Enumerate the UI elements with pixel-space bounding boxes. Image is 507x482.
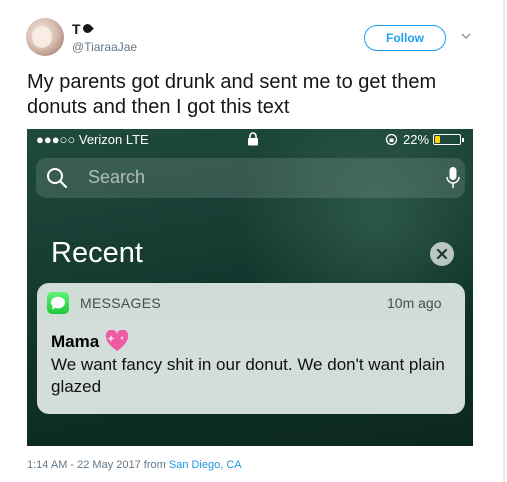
- notification-sender: Mama: [51, 332, 100, 351]
- notification-card[interactable]: MESSAGES 10m ago Mama We want fancy shit…: [37, 283, 465, 414]
- section-title: Recent: [51, 237, 143, 269]
- rotation-lock-icon: [385, 133, 398, 146]
- right-border: [503, 0, 505, 482]
- battery-percent: 22%: [403, 132, 430, 147]
- avatar[interactable]: [26, 18, 64, 56]
- display-name[interactable]: T: [72, 21, 94, 37]
- search-placeholder: Search: [88, 167, 146, 187]
- heart-emoji-icon: [105, 330, 129, 351]
- follow-button[interactable]: Follow: [364, 25, 446, 51]
- notification-time: 10m ago: [387, 295, 442, 311]
- from-label: from: [140, 459, 169, 471]
- tweet-location-link[interactable]: San Diego, CA: [169, 459, 242, 471]
- phone-status-bar: ●●●○○ Verizon LTE 22%: [27, 129, 473, 151]
- lock-icon: [248, 132, 258, 146]
- notification-body: We want fancy shit in our donut. We don'…: [51, 355, 445, 396]
- battery-fill: [435, 136, 440, 143]
- search-icon: [47, 168, 68, 189]
- search-bar[interactable]: Search: [36, 158, 465, 198]
- battery-nub: [462, 138, 464, 142]
- verified-mark-icon: [80, 22, 94, 35]
- display-name-text[interactable]: T: [72, 21, 81, 37]
- battery-icon: [433, 134, 464, 145]
- chevron-down-icon[interactable]: [461, 31, 471, 41]
- user-handle[interactable]: @TiaraaJae: [72, 40, 137, 54]
- carrier-label: ●●●○○ Verizon LTE: [36, 132, 149, 147]
- tweet-text: My parents got drunk and sent me to get …: [27, 71, 437, 118]
- notification-app-name: MESSAGES: [80, 295, 161, 311]
- tweet-timestamp[interactable]: 1:14 AM - 22 May 2017: [27, 459, 141, 471]
- messages-app-icon: [47, 292, 69, 314]
- embedded-screenshot[interactable]: ●●●○○ Verizon LTE 22% Search Recent MESS…: [27, 129, 473, 446]
- mic-icon[interactable]: [446, 166, 460, 190]
- tweet-metadata: 1:14 AM - 22 May 2017 from San Diego, CA: [27, 459, 242, 471]
- clear-icon[interactable]: [430, 242, 454, 266]
